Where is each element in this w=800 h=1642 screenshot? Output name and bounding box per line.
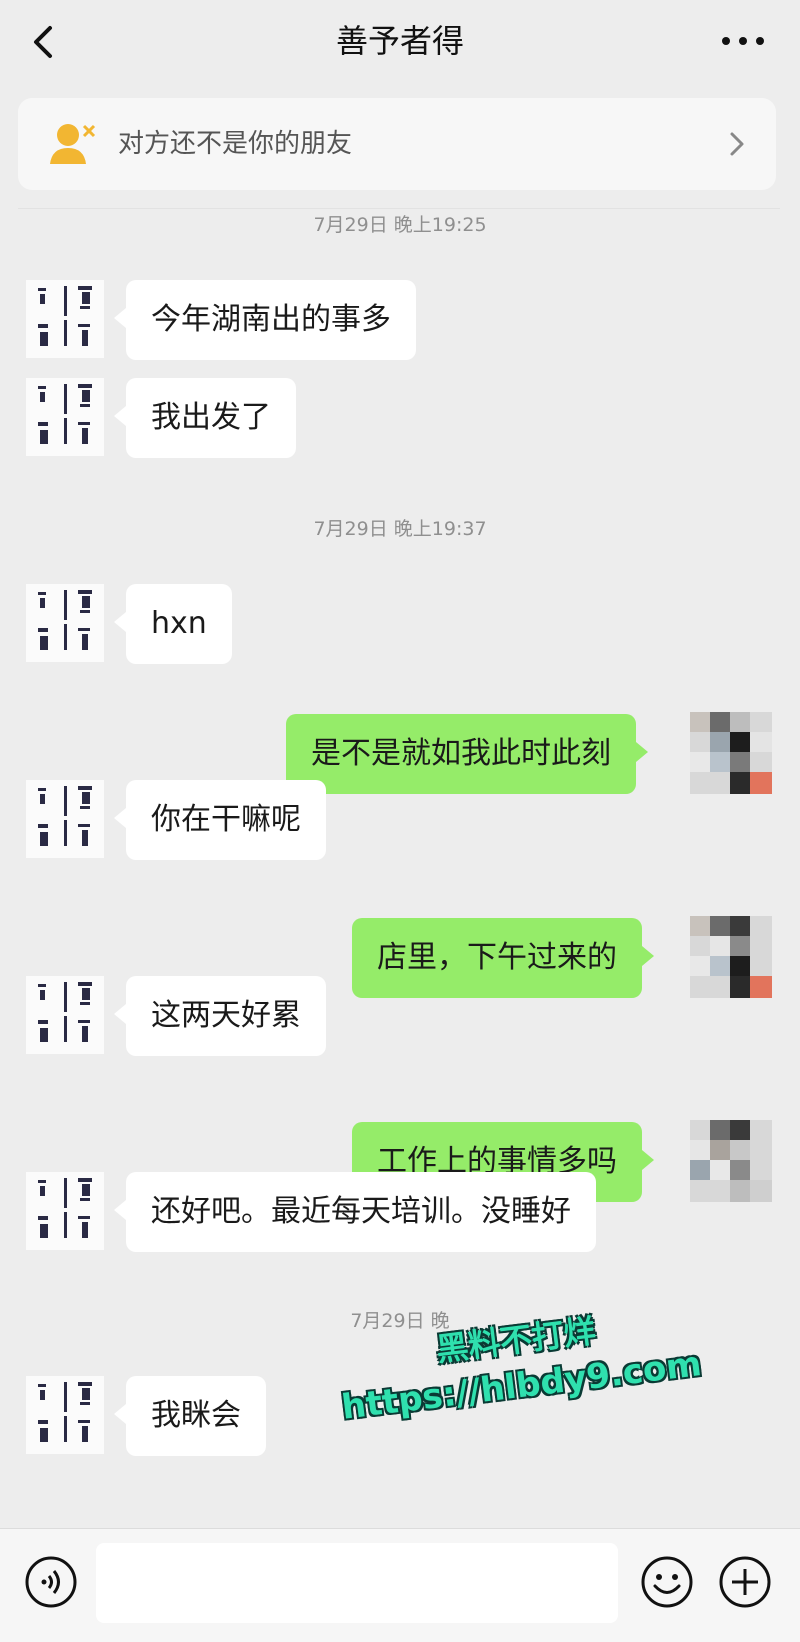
incoming-message[interactable]: hxn bbox=[114, 584, 232, 664]
contact-avatar[interactable] bbox=[26, 976, 104, 1054]
incoming-message[interactable]: 我出发了 bbox=[114, 378, 296, 458]
plus-icon bbox=[719, 1556, 771, 1608]
incoming-message[interactable]: 我眯会 bbox=[114, 1376, 266, 1456]
incoming-message[interactable]: 今年湖南出的事多 bbox=[114, 280, 416, 360]
calligraphy-avatar-icon bbox=[38, 982, 92, 1042]
contact-avatar[interactable] bbox=[26, 378, 104, 456]
outgoing-message[interactable]: 是不是就如我此时此刻 bbox=[286, 714, 648, 794]
chat-title: 善予者得 bbox=[335, 22, 464, 60]
not-friend-text: 对方还不是你的朋友 bbox=[118, 129, 353, 159]
my-avatar[interactable] bbox=[690, 916, 772, 998]
emoji-icon bbox=[641, 1556, 693, 1608]
incoming-message[interactable]: 你在干嘛呢 bbox=[114, 780, 326, 860]
contact-avatar[interactable] bbox=[26, 1376, 104, 1454]
not-friend-banner[interactable]: 对方还不是你的朋友 bbox=[18, 98, 776, 190]
contact-avatar[interactable] bbox=[26, 584, 104, 662]
pixelated-avatar-icon bbox=[690, 916, 772, 998]
more-actions-button[interactable] bbox=[718, 1555, 772, 1609]
top-bar: 善予者得 bbox=[0, 0, 800, 84]
contact-avatar[interactable] bbox=[26, 780, 104, 858]
my-avatar[interactable] bbox=[690, 1120, 772, 1202]
calligraphy-avatar-icon bbox=[38, 384, 92, 444]
chevron-right-icon bbox=[728, 130, 746, 158]
voice-button[interactable] bbox=[24, 1555, 78, 1609]
calligraphy-avatar-icon bbox=[38, 1178, 92, 1238]
input-bar bbox=[0, 1528, 800, 1642]
divider bbox=[18, 208, 780, 209]
message-input[interactable] bbox=[96, 1543, 618, 1623]
voice-icon bbox=[25, 1556, 77, 1608]
more-button[interactable] bbox=[718, 26, 768, 56]
stranger-user-icon bbox=[48, 120, 98, 168]
more-icon bbox=[722, 37, 764, 45]
my-avatar[interactable] bbox=[690, 712, 772, 794]
pixelated-avatar-icon bbox=[690, 1120, 772, 1202]
incoming-message[interactable]: 这两天好累 bbox=[114, 976, 326, 1056]
calligraphy-avatar-icon bbox=[38, 1382, 92, 1442]
contact-avatar[interactable] bbox=[26, 1172, 104, 1250]
calligraphy-avatar-icon bbox=[38, 286, 92, 346]
emoji-button[interactable] bbox=[640, 1555, 694, 1609]
calligraphy-avatar-icon bbox=[38, 590, 92, 650]
calligraphy-avatar-icon bbox=[38, 786, 92, 846]
contact-avatar[interactable] bbox=[26, 280, 104, 358]
incoming-message[interactable]: 还好吧。最近每天培训。没睡好 bbox=[114, 1172, 596, 1252]
pixelated-avatar-icon bbox=[690, 712, 772, 794]
timestamp: 7月29日 晚上19:25 bbox=[313, 214, 487, 236]
timestamp: 7月29日 晚上19:37 bbox=[313, 518, 487, 540]
outgoing-message[interactable]: 店里，下午过来的 bbox=[352, 918, 654, 998]
